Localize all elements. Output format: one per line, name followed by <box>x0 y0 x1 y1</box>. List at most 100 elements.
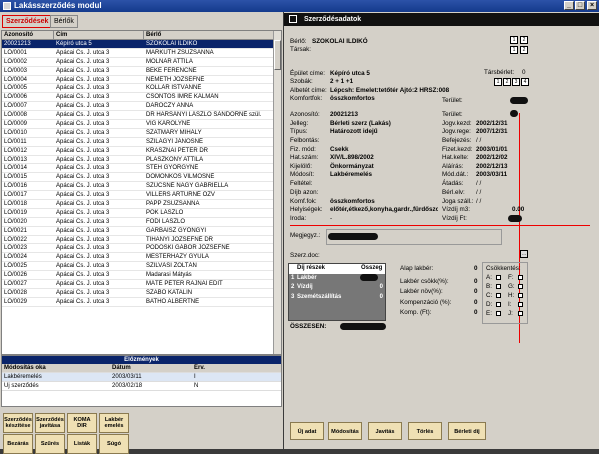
dij-row[interactable]: 3 Szemétszállítás 0 <box>289 293 385 303</box>
uj-adat-button[interactable]: Új adat <box>290 422 324 440</box>
szobak-value: 2 + 1 +1 <box>330 78 354 85</box>
table-row[interactable]: LÖ/0001 Apácai Cs. J. utca 3 MARKUTH ZSUZS… <box>2 49 281 58</box>
table-row[interactable]: LÖ/0002 Apácai Cs. J. utca 3 MOLNÁR ATTILA <box>2 58 281 67</box>
berlo-btn-1[interactable]: 1 <box>510 36 518 44</box>
csokk-label-0: A: <box>486 274 492 281</box>
table-row[interactable]: LÖ/0014 Apácai Cs. J. utca 3 STÉH GYÖRGYNÉ <box>2 164 281 174</box>
col-cim[interactable]: Cím <box>54 31 144 39</box>
table-row[interactable]: LÖ/0003 Apácai Cs. J. utca 3 BEKE FERENCNÉ <box>2 67 281 76</box>
csokk-label-4: E: <box>486 310 492 317</box>
dij-row[interactable]: 2 Vízdíj 0 <box>289 283 385 293</box>
cell-cim: Apácai Cs. J. utca 3 <box>56 103 110 110</box>
table-row[interactable]: LÖ/0007 Apácai Cs. J. utca 3 DARÓCZY ANNA <box>2 102 281 112</box>
szoba-btn-2[interactable]: 2 <box>503 78 511 86</box>
szerzodes-keszitese-button[interactable]: Szerződés készítése <box>3 413 33 433</box>
csokk-checkbox[interactable] <box>518 275 523 280</box>
table-row[interactable]: LÖ/0015 Apácai Cs. J. utca 3 DOMONKOS VILM… <box>2 173 281 183</box>
table-row[interactable]: LÖ/0024 Apácai Cs. J. utca 3 MESTERHÁZY GY… <box>2 253 281 263</box>
csokk-checkbox[interactable] <box>496 302 501 307</box>
cell-azonosito: LÖ/0015 <box>4 174 28 181</box>
berlev-value: / / <box>476 189 482 196</box>
tarsak-btn-2[interactable]: 2 <box>520 46 528 54</box>
torles-button[interactable]: Törlés <box>408 422 442 440</box>
table-row[interactable]: LÖ/0011 Apácai Cs. J. utca 3 SZILÁGYI JÁNO… <box>2 138 281 147</box>
table-row[interactable]: LÖ/0029 Apácai Cs. J. utca 3 BATHÓ ALBERTN… <box>2 298 281 307</box>
cell-cim: Apácai Cs. J. utca 3 <box>56 85 110 92</box>
csokk-checkbox[interactable] <box>496 275 501 280</box>
csokk-checkbox[interactable] <box>518 302 523 307</box>
listak-button[interactable]: Listák <box>67 434 97 454</box>
maximize-button[interactable]: □ <box>575 1 585 10</box>
table-row[interactable]: LÖ/0005 Apácai Cs. J. utca 3 KOLLÁR ISTVÁN… <box>2 84 281 94</box>
cell-berlo: MOLNÁR ATTILA <box>146 58 193 65</box>
cell-berlo: DARÓCZY ANNA <box>146 103 194 110</box>
table-row[interactable]: 20021213 Képíró utca 5 SZOKOLAI ILDIKÓ <box>2 40 281 49</box>
table-row[interactable]: LÖ/0013 Apácai Cs. J. utca 3 PLASZKONY ATT… <box>2 156 281 165</box>
dij-row-amount: 0 <box>379 293 383 300</box>
lakber-emeles-button[interactable]: Lakbér emelés <box>99 413 129 433</box>
grid-scrollbar[interactable] <box>273 31 281 354</box>
scroll-thumb[interactable] <box>274 40 281 70</box>
history-row[interactable]: Új szerződés 2003/02/18 N <box>2 382 281 391</box>
close-button[interactable]: × <box>587 1 597 10</box>
table-row[interactable]: LÖ/0006 Apácai Cs. J. utca 3 CSONTOS IMRE … <box>2 93 281 103</box>
table-row[interactable]: LÖ/0019 Apácai Cs. J. utca 3 POK LÁSZLÓ <box>2 209 281 218</box>
szoba-btn-1[interactable]: 1 <box>494 78 502 86</box>
csokk-checkbox[interactable] <box>518 284 523 289</box>
csokk-label-6: G: <box>508 283 515 290</box>
table-row[interactable]: LÖ/0028 Apácai Cs. J. utca 3 SZABÓ KATALIN <box>2 289 281 298</box>
szerzdoc-label: Szerz.doc: <box>290 252 320 259</box>
history-row[interactable]: Lakbéremelés 2003/03/11 I <box>2 373 281 382</box>
table-row[interactable]: LÖ/0008 Apácai Cs. J. utca 3 DR HARSÁNYI L… <box>2 111 281 121</box>
table-row[interactable]: LÖ/0009 Apácai Cs. J. utca 3 VIG KÁROLYNÉ <box>2 120 281 129</box>
tarsberlet-value: 0 <box>522 69 526 76</box>
col-berlo[interactable]: Bérlő <box>144 31 276 39</box>
csokk-checkbox[interactable] <box>518 293 523 298</box>
table-row[interactable]: LÖ/0021 Apácai Cs. J. utca 3 GARBAISZ GYÖN… <box>2 227 281 236</box>
berleti-dij-button[interactable]: Bérleti díj <box>448 422 486 440</box>
table-row[interactable]: LÖ/0004 Apácai Cs. J. utca 3 NÉMETH JÓZSEF… <box>2 76 281 85</box>
csokk-checkbox[interactable] <box>496 284 501 289</box>
table-row[interactable]: LÖ/0018 Apácai Cs. J. utca 3 PAPP ZSUZSANN… <box>2 200 281 209</box>
minimize-button[interactable]: _ <box>564 1 574 10</box>
tab-berlok[interactable]: Bérlők <box>50 15 78 28</box>
kijelolo-value: Önkormányzat <box>330 163 374 170</box>
csokk-checkbox[interactable] <box>518 311 523 316</box>
modositas-button[interactable]: Módosítás <box>328 422 362 440</box>
szoba-btn-4[interactable]: 4 <box>521 78 529 86</box>
csokk-label-7: H: <box>508 292 515 299</box>
komp-value: 0 <box>474 299 478 306</box>
szures-button[interactable]: Szűrés <box>35 434 65 454</box>
jelleg-value: Bérleti szerz (Lakás) <box>330 120 391 127</box>
table-row[interactable]: LÖ/0026 Apácai Cs. J. utca 3 Madarasi Máty… <box>2 271 281 281</box>
table-row[interactable]: LÖ/0025 Apácai Cs. J. utca 3 SZILVÁSI ZOLT… <box>2 262 281 272</box>
szerzodes-javitasa-button[interactable]: Szerződés javítása <box>35 413 65 433</box>
csokk-checkbox[interactable] <box>496 311 501 316</box>
koma-dir-button[interactable]: KOMA DIR <box>67 413 97 433</box>
tarsak-btn-1[interactable]: 1 <box>510 46 518 54</box>
table-row[interactable]: LÖ/0017 Apácai Cs. J. utca 3 VILLERS ARTÚR… <box>2 191 281 201</box>
cell-berlo: SZATMÁRY MIHÁLY <box>146 129 202 136</box>
cell-azonosito: LÖ/0018 <box>4 201 28 208</box>
table-row[interactable]: LÖ/0020 Apácai Cs. J. utca 3 FODI LÁSZLÓ <box>2 218 281 227</box>
cell-berlo: SZABÓ KATALIN <box>146 289 193 296</box>
bezaras-button[interactable]: Bezárás <box>3 434 33 454</box>
table-row[interactable]: LÖ/0012 Apácai Cs. J. utca 3 KRASZNAI PÉTE… <box>2 147 281 156</box>
javitas-button[interactable]: Javítás <box>368 422 402 440</box>
tab-szerzodesek[interactable]: Szerződések <box>2 15 53 28</box>
table-row[interactable]: LÖ/0023 Apácai Cs. J. utca 3 PODOSKI GÁBOR… <box>2 244 281 254</box>
table-row[interactable]: LÖ/0010 Apácai Cs. J. utca 3 SZATMÁRY MIHÁ… <box>2 129 281 138</box>
szerzdoc-button[interactable]: … <box>520 250 528 258</box>
sugo-button[interactable]: Súgó <box>99 434 129 454</box>
berlo-btn-2[interactable]: 2 <box>520 36 528 44</box>
cell-azonosito: LÖ/0025 <box>4 263 28 270</box>
table-row[interactable]: LÖ/0022 Apácai Cs. J. utca 3 TIHANYI JÓZSE… <box>2 236 281 245</box>
csokk-checkbox[interactable] <box>496 293 501 298</box>
left-button-bar: Szerződés készítése Szerződés javítása K… <box>0 401 283 454</box>
table-row[interactable]: LÖ/0027 Apácai Cs. J. utca 3 MÁTÉ PÉTER RA… <box>2 280 281 289</box>
history-valid: N <box>194 383 199 389</box>
szoba-btn-3[interactable]: 3 <box>512 78 520 86</box>
table-row[interactable]: LÖ/0016 Apácai Cs. J. utca 3 SZÜCSNÉ NAGY … <box>2 182 281 192</box>
col-azonosito[interactable]: Azonosító <box>2 31 54 39</box>
cell-cim: Apácai Cs. J. utca 3 <box>56 209 110 216</box>
